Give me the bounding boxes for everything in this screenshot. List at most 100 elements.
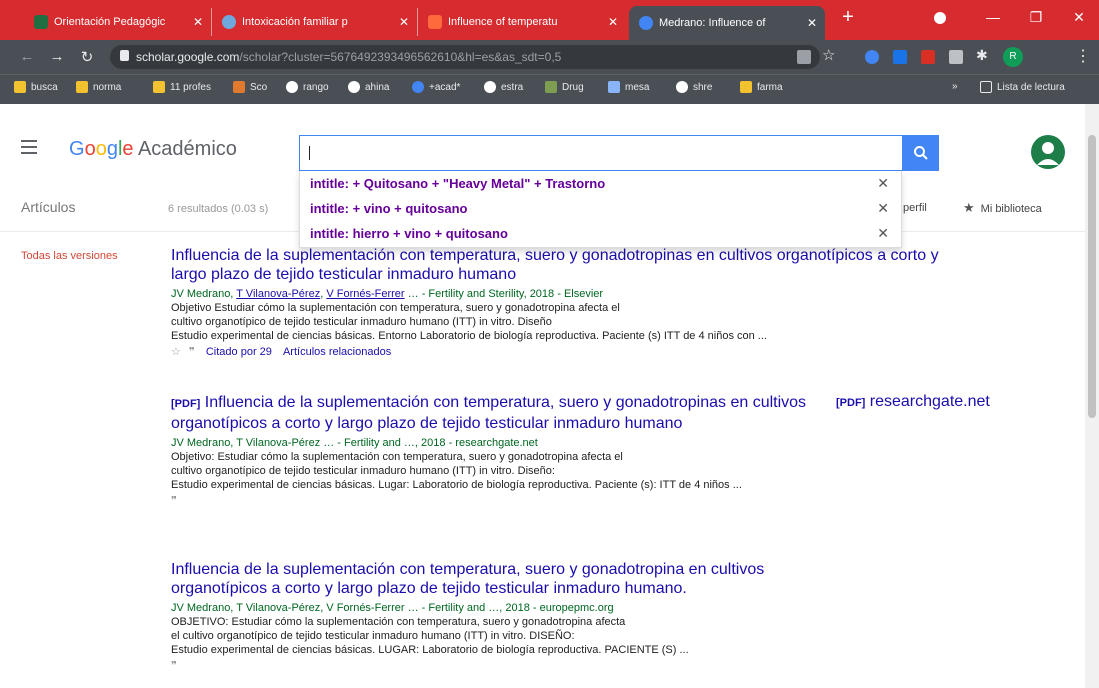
cite-icon[interactable]: ❞ xyxy=(171,495,177,507)
suggestion-item[interactable]: intitle: hierro + vino + quitosano ✕ xyxy=(300,221,901,246)
my-library-link[interactable]: ★ Mi biblioteca xyxy=(963,200,1042,216)
menu-dots-icon[interactable]: ⋮ xyxy=(1075,46,1091,66)
articles-label[interactable]: Artículos xyxy=(21,199,75,215)
cite-icon[interactable]: ❞ xyxy=(171,660,177,672)
search-box xyxy=(299,135,902,171)
bookmark-item[interactable]: farma xyxy=(740,81,783,93)
bookmark-item[interactable]: busca xyxy=(14,81,58,93)
result-title[interactable]: [PDF] Influencia de la suplementación co… xyxy=(171,393,821,433)
url-path: /scholar?cluster=5676492393496562610&hl=… xyxy=(239,50,562,64)
tab-title: Orientación Pedagógic xyxy=(54,16,166,28)
url-field[interactable]: scholar.google.com/scholar?cluster=56764… xyxy=(110,45,820,69)
suggestion-item[interactable]: intitle: + vino + quitosano ✕ xyxy=(300,196,901,221)
maximize-icon[interactable]: ❐ xyxy=(1021,6,1051,28)
result-links: ❞ xyxy=(171,494,821,508)
bookmark-item[interactable]: Sco xyxy=(233,81,267,93)
scholar-icon xyxy=(639,16,653,30)
pdf-tag: [PDF] xyxy=(836,397,866,409)
reload-icon[interactable]: ↻ xyxy=(78,48,96,66)
remove-suggestion-icon[interactable]: ✕ xyxy=(877,221,889,246)
reading-list-icon xyxy=(980,81,992,93)
translate-icon[interactable] xyxy=(797,50,811,64)
search-suggestions: intitle: + Quitosano + "Heavy Metal" + T… xyxy=(299,171,902,248)
extension-icon[interactable] xyxy=(893,50,907,64)
scholar-logo[interactable]: Google Académico xyxy=(69,138,237,161)
all-versions-link[interactable]: Todas las versiones xyxy=(21,250,118,262)
globe-icon xyxy=(286,81,298,93)
search-input[interactable] xyxy=(310,138,870,168)
google-icon xyxy=(348,81,360,93)
cite-icon[interactable]: ❞ xyxy=(189,346,195,358)
profile-badge-icon[interactable]: R xyxy=(1003,47,1023,67)
folder-icon xyxy=(545,81,557,93)
bookmark-item[interactable]: rango xyxy=(286,81,329,93)
result-title[interactable]: Influencia de la suplementación con temp… xyxy=(171,560,851,598)
result-snippet: Objetivo Estudiar cómo la suplementación… xyxy=(171,302,620,314)
puzzle-icon[interactable]: ✱ xyxy=(976,47,988,64)
logo-suffix: Académico xyxy=(137,138,237,160)
close-icon[interactable]: ✕ xyxy=(191,15,205,29)
star-icon: ★ xyxy=(963,200,975,215)
minimize-icon[interactable]: — xyxy=(978,6,1008,28)
result-item: Influencia de la suplementación con temp… xyxy=(171,560,851,673)
remove-suggestion-icon[interactable]: ✕ xyxy=(877,171,889,196)
tab-1[interactable]: Orientación Pedagógic ✕ xyxy=(24,8,212,36)
classroom-icon xyxy=(34,15,48,29)
bookmark-item[interactable]: 11 profes xyxy=(153,81,211,93)
folder-icon xyxy=(153,81,165,93)
extension-icon[interactable] xyxy=(949,50,963,64)
avatar[interactable] xyxy=(1031,135,1065,169)
logo-google: Google xyxy=(69,138,134,160)
cited-by-link[interactable]: Citado por 29 xyxy=(206,346,272,358)
extension-icon[interactable] xyxy=(921,50,935,64)
window-close-icon[interactable]: ✕ xyxy=(1064,6,1094,28)
result-authors: JV Medrano, T Vilanova-Pérez, V Fornés-F… xyxy=(171,288,604,300)
tab-active[interactable]: Medrano: Influence of ✕ xyxy=(629,6,825,40)
hamburger-menu-icon[interactable] xyxy=(21,140,37,158)
save-star-icon[interactable]: ☆ xyxy=(171,346,181,358)
folder-icon xyxy=(740,81,752,93)
author-link[interactable]: T Vilanova-Pérez xyxy=(236,288,320,300)
globe-icon xyxy=(222,15,236,29)
scholar-icon xyxy=(412,81,424,93)
bookmark-item[interactable]: norma xyxy=(76,81,121,93)
scrollbar-thumb[interactable] xyxy=(1088,135,1096,418)
back-icon[interactable]: ← xyxy=(18,48,36,65)
result-item: Influencia de la suplementación con temp… xyxy=(171,246,941,359)
close-icon[interactable]: ✕ xyxy=(397,15,411,29)
text-caret xyxy=(309,146,310,160)
bookmark-item[interactable]: mesa xyxy=(608,81,649,93)
google-icon xyxy=(676,81,688,93)
reading-list[interactable]: Lista de lectura xyxy=(980,81,1065,93)
more-bookmarks-icon[interactable]: » xyxy=(952,81,958,92)
close-icon[interactable]: ✕ xyxy=(606,15,620,29)
suggestion-item[interactable]: intitle: + Quitosano + "Heavy Metal" + T… xyxy=(300,171,901,196)
result-snippet: cultivo organotípico de tejido testicula… xyxy=(171,465,555,477)
author-link[interactable]: V Fornés-Ferrer xyxy=(326,288,404,300)
close-icon[interactable]: ✕ xyxy=(805,16,819,30)
tab-title: Intoxicación familiar p xyxy=(242,16,348,28)
result-snippet: cultivo organotípico de tejido testicula… xyxy=(171,316,552,328)
profile-link[interactable]: perfil xyxy=(903,202,927,214)
related-articles-link[interactable]: Artículos relacionados xyxy=(283,346,391,358)
extension-icon[interactable] xyxy=(865,50,879,64)
bookmark-item[interactable]: estra xyxy=(484,81,523,93)
pdf-tag: [PDF] xyxy=(171,398,201,410)
result-links: ☆ ❞ Citado por 29 Artículos relacionados xyxy=(171,345,941,359)
bookmark-item[interactable]: +acad* xyxy=(412,81,460,93)
side-pdf-link[interactable]: [PDF] researchgate.net xyxy=(836,393,990,411)
forward-icon[interactable]: → xyxy=(48,48,66,65)
remove-suggestion-icon[interactable]: ✕ xyxy=(877,196,889,221)
search-button[interactable] xyxy=(902,135,939,171)
bookmark-item[interactable]: Drug xyxy=(545,81,584,93)
new-tab-icon[interactable]: + xyxy=(833,6,863,28)
tab-2[interactable]: Intoxicación familiar p ✕ xyxy=(212,8,418,36)
result-title[interactable]: Influencia de la suplementación con temp… xyxy=(171,246,941,284)
bookmark-item[interactable]: shre xyxy=(676,81,712,93)
tab-3[interactable]: Influence of temperatu ✕ xyxy=(418,8,626,36)
profile-dot-icon[interactable] xyxy=(925,6,955,28)
result-authors: JV Medrano, T Vilanova-Pérez … - Fertili… xyxy=(171,437,538,449)
star-icon[interactable]: ☆ xyxy=(822,46,835,64)
result-item: [PDF] Influencia de la suplementación co… xyxy=(171,393,821,508)
bookmark-item[interactable]: ahina xyxy=(348,81,389,93)
